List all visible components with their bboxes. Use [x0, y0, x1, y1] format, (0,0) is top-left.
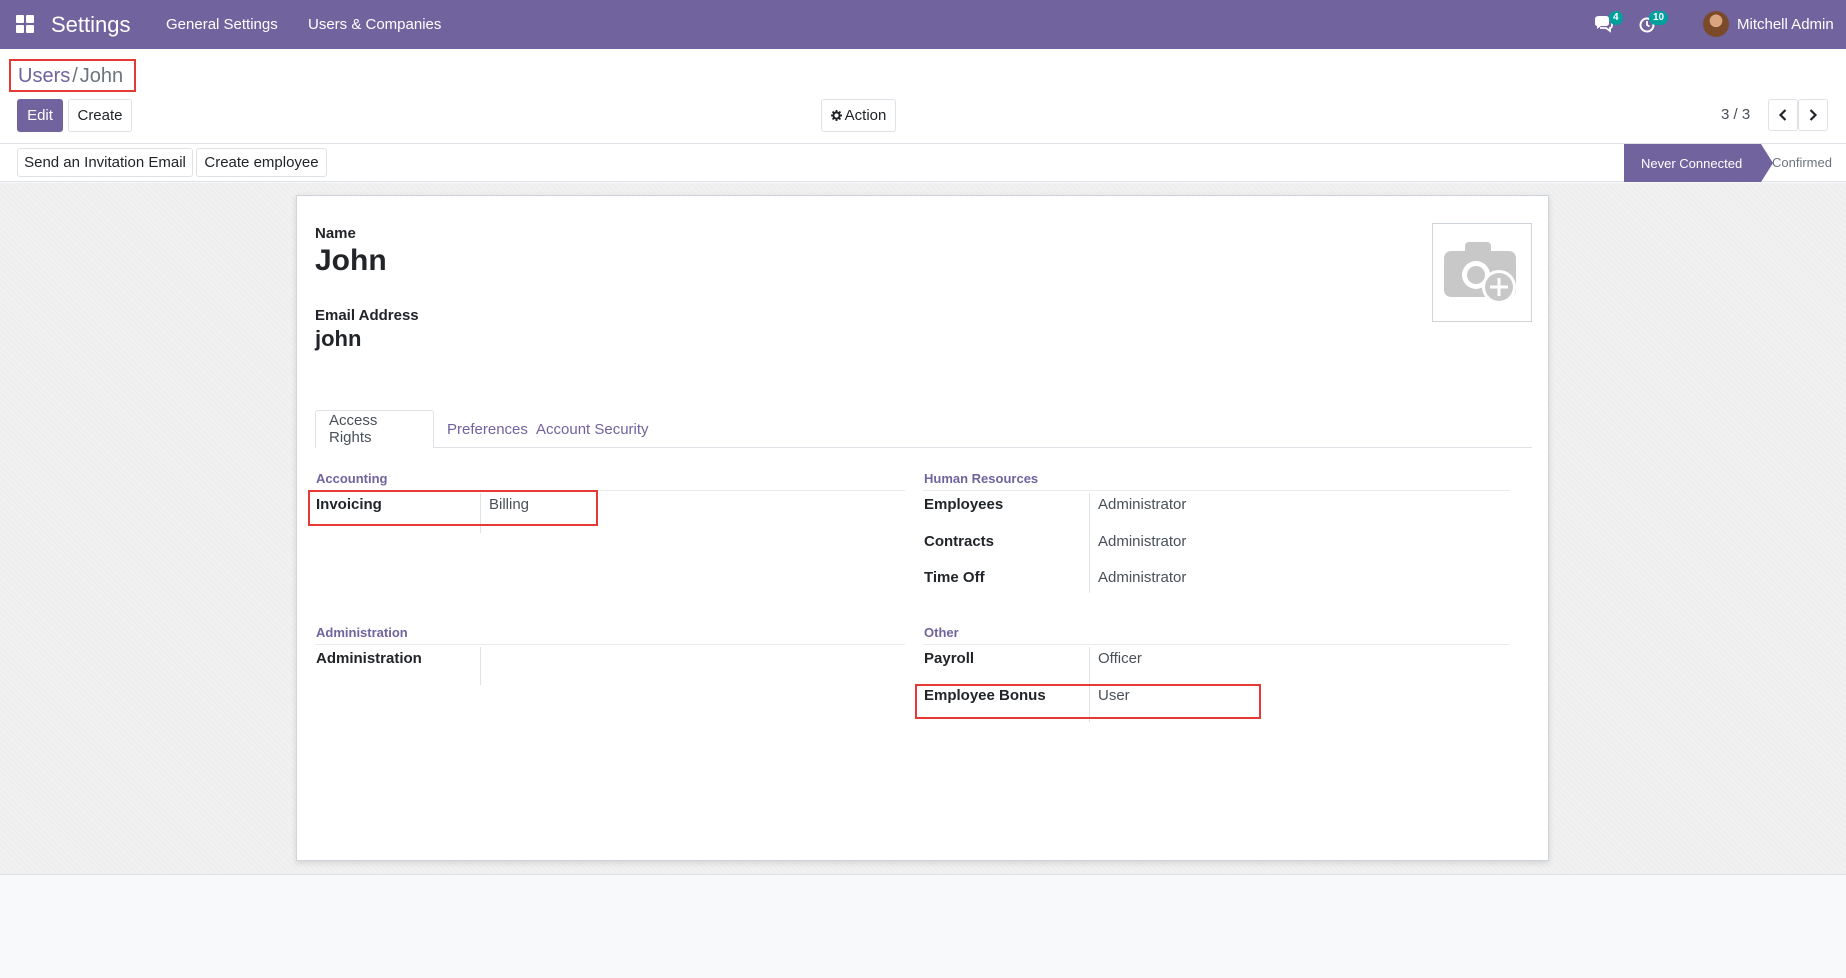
- name-label: Name: [315, 225, 356, 242]
- action-button-label: Action: [844, 107, 887, 124]
- field-value-contracts[interactable]: Administrator: [1098, 533, 1186, 550]
- breadcrumb-separator: /: [72, 65, 78, 87]
- app-title[interactable]: Settings: [51, 12, 131, 38]
- user-menu-name[interactable]: Mitchell Admin: [1737, 16, 1834, 33]
- breadcrumb-parent-link[interactable]: Users: [18, 65, 70, 87]
- name-value: John: [315, 244, 387, 277]
- field-label-employees: Employees: [924, 496, 1004, 513]
- field-label-administration: Administration: [316, 650, 422, 667]
- messages-badge: 4: [1609, 11, 1623, 25]
- group-title-accounting: Accounting: [316, 471, 388, 486]
- email-label: Email Address: [315, 307, 419, 324]
- form-tabs: Access Rights Preferences Account Securi…: [315, 410, 1532, 448]
- pager-previous-button[interactable]: [1768, 99, 1798, 131]
- chevron-right-icon: [1809, 109, 1818, 121]
- highlight-employee-bonus: [915, 684, 1261, 719]
- gear-icon: [830, 110, 842, 121]
- menu-users-companies[interactable]: Users & Companies: [308, 16, 441, 33]
- breadcrumb-current: John: [79, 65, 124, 87]
- tab-account-security[interactable]: Account Security: [523, 410, 662, 448]
- send-invitation-button[interactable]: Send an Invitation Email: [17, 148, 193, 177]
- group-title-human-resources: Human Resources: [924, 471, 1039, 486]
- top-navbar: Settings General Settings Users & Compan…: [0, 0, 1846, 49]
- field-label-contracts: Contracts: [924, 533, 995, 550]
- pager-value[interactable]: 3 / 3: [1721, 106, 1750, 123]
- group-divider: [923, 644, 1510, 645]
- create-employee-button[interactable]: Create employee: [196, 148, 327, 177]
- camera-plus-icon: [1444, 242, 1516, 304]
- activities-badge: 10: [1649, 11, 1669, 25]
- field-label-time-off: Time Off: [924, 569, 985, 586]
- menu-general-settings[interactable]: General Settings: [166, 16, 278, 33]
- field-value-payroll[interactable]: Officer: [1098, 650, 1142, 667]
- email-value: john: [315, 326, 362, 351]
- apps-grid-icon[interactable]: [16, 15, 34, 33]
- status-never-connected: Never Connected: [1624, 144, 1773, 182]
- field-value-employees[interactable]: Administrator: [1098, 496, 1186, 513]
- field-separator: [1089, 493, 1090, 593]
- create-button[interactable]: Create: [68, 99, 132, 132]
- highlight-invoicing: [308, 490, 598, 526]
- field-label-payroll: Payroll: [924, 650, 975, 667]
- control-panel: Users / John Edit Create Action 3 / 3: [0, 49, 1846, 144]
- pager-next-button[interactable]: [1798, 99, 1828, 131]
- group-divider: [315, 644, 905, 645]
- status-confirmed: Confirmed: [1772, 155, 1832, 170]
- form-sheet: Name John Email Address john Access Righ…: [296, 195, 1549, 861]
- edit-button[interactable]: Edit: [17, 99, 63, 132]
- breadcrumb: Users / John: [9, 59, 136, 92]
- group-divider: [923, 490, 1510, 491]
- action-button[interactable]: Action: [821, 99, 896, 132]
- tab-access-rights[interactable]: Access Rights: [315, 410, 434, 448]
- page-footer-area: [0, 876, 1846, 978]
- status-bar: Send an Invitation Email Create employee…: [0, 144, 1846, 182]
- group-title-other: Other: [924, 625, 959, 640]
- avatar[interactable]: [1703, 11, 1729, 37]
- field-separator: [480, 647, 481, 685]
- group-title-administration: Administration: [316, 625, 408, 640]
- chevron-left-icon: [1778, 109, 1787, 121]
- user-photo-upload[interactable]: [1432, 223, 1532, 322]
- field-value-time-off[interactable]: Administrator: [1098, 569, 1186, 586]
